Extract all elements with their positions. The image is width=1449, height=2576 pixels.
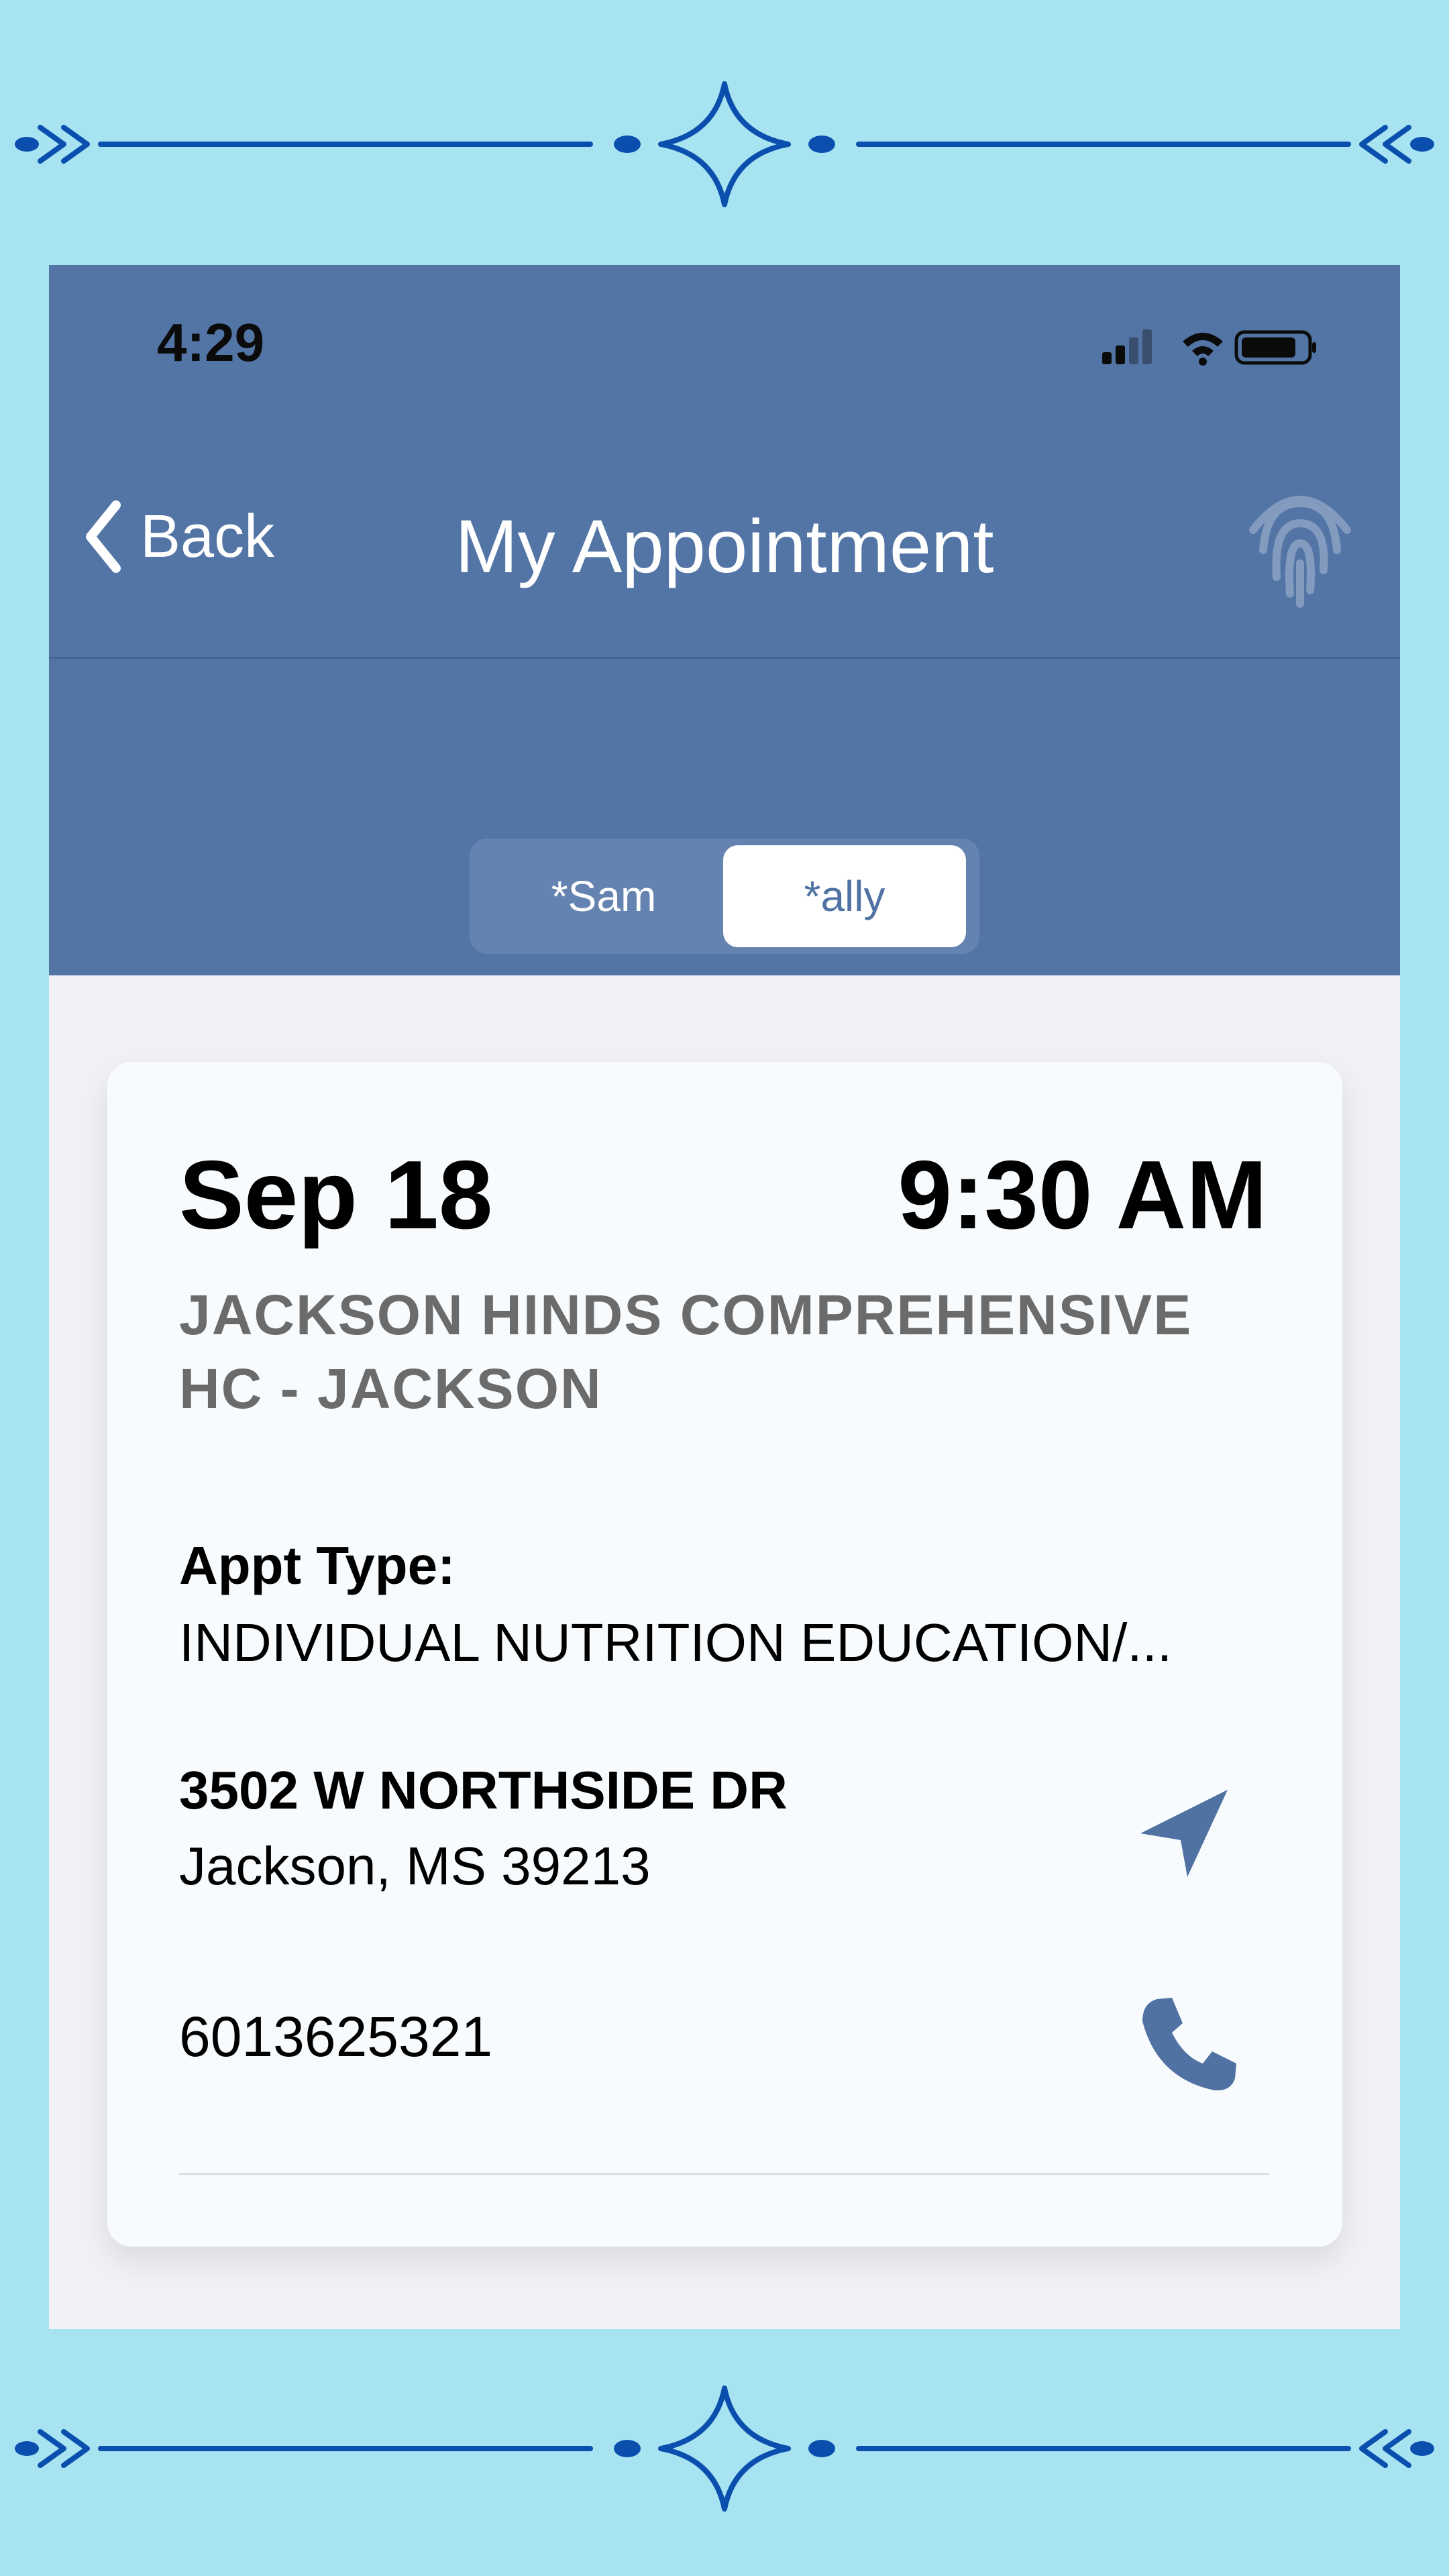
card-divider — [179, 2173, 1269, 2175]
address-line-1: 3502 W NORTHSIDE DR — [179, 1760, 788, 1820]
phone-screen: 4:29 Back My Appointment *Sam *ally Sep … — [49, 265, 1400, 2329]
nav-divider — [49, 657, 1400, 659]
appointment-card: Sep 18 9:30 AM JACKSON HINDS COMPREHENSI… — [107, 1062, 1342, 2247]
clinic-name: JACKSON HINDS COMPREHENSIVE HC - JACKSON — [179, 1283, 1193, 1420]
header: 4:29 Back My Appointment *Sam *ally — [49, 265, 1400, 975]
bottom-ornament — [15, 2385, 1434, 2512]
appt-type-value: INDIVIDUAL NUTRITION EDUCATION/... — [179, 1613, 1173, 1672]
fingerprint-icon[interactable] — [1233, 476, 1367, 610]
status-icons — [1102, 329, 1316, 366]
top-ornament — [15, 81, 1434, 207]
page-title: My Appointment — [455, 504, 994, 588]
status-time: 4:29 — [157, 313, 265, 372]
segment-ally[interactable]: *ally — [723, 845, 966, 947]
phone-number: 6013625321 — [179, 2005, 493, 2068]
appointment-time: 9:30 AM — [898, 1140, 1267, 1249]
address-line-2: Jackson, MS 39213 — [179, 1836, 651, 1896]
wifi-icon — [1183, 333, 1223, 366]
appt-type-label: Appt Type: — [179, 1536, 455, 1595]
segment-sam[interactable]: *Sam — [476, 845, 731, 947]
signal-icon — [1102, 329, 1152, 364]
appointment-date: Sep 18 — [179, 1140, 493, 1249]
location-arrow-icon[interactable] — [1127, 1776, 1241, 1890]
phone-icon[interactable] — [1130, 1984, 1244, 2098]
patient-segmented-control: *Sam *ally — [470, 839, 979, 954]
battery-icon — [1234, 330, 1316, 365]
